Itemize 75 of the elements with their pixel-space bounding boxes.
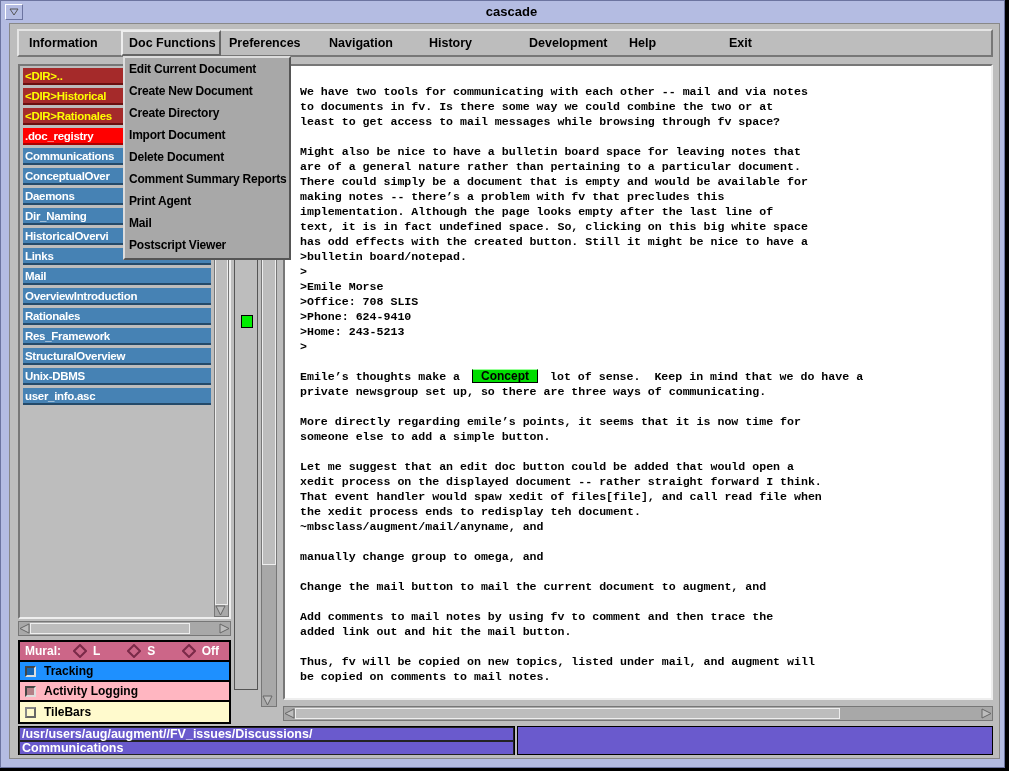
horizontal-scrollbar[interactable] [283,706,993,721]
scroll-right-icon[interactable] [219,623,230,634]
toggle-label[interactable]: Tracking [44,662,94,680]
menu-item[interactable]: Information [21,29,121,57]
radio-icon[interactable] [73,644,87,658]
menu-item[interactable]: Navigation [321,29,421,57]
concept-link-button[interactable]: Concept [472,369,539,383]
radio-icon[interactable] [181,644,196,658]
document-text: Emile’s thoughts make a [300,370,461,383]
window-title: cascade [484,3,539,22]
document-text: > [300,264,308,279]
document-text: are of a general nature rather than pertaining to a particular document. [300,159,802,174]
menu-item[interactable]: History [421,29,521,57]
radio-option[interactable]: L [73,642,116,660]
menu-item[interactable]: Preferences [221,29,321,57]
radio-option[interactable]: S [127,642,170,660]
document-text: ~mbsclass/augment/mail/anyname, and [300,519,545,534]
scroll-down-icon[interactable] [262,695,273,706]
triangle-icon [9,8,19,16]
radio-option[interactable]: Off [181,642,224,660]
file-item[interactable]: Mail [23,268,211,285]
document-text: text, it is in fact undefined space. So, clicking on this big white space [300,219,809,234]
document-text: to documents in fv. Is there some way we could combine the two or at [300,99,775,114]
file-item[interactable]: Rationales [23,308,211,325]
document-text: >Office: 708 SLIS [300,294,420,309]
checkbox[interactable] [25,685,36,697]
document-text: the xedit process ends to redisplay teh document. [300,504,642,519]
horizontal-scrollbar[interactable] [18,621,231,636]
scroll-left-icon[interactable] [284,708,295,719]
document-text: >Phone: 624-9410 [300,309,413,324]
document-text: Thus, fv will be copied on new topics, listed under mail, and augment will [300,654,816,669]
checkbox[interactable] [25,706,36,718]
document-text: added link out and hit the mail button. [300,624,573,639]
position-marker [241,315,253,328]
document-text: More directly regarding emile’s points, it seems that it is now time for [300,414,802,429]
file-item[interactable]: Unix-DBMS [23,368,211,385]
document-text: >Home: 243-5213 [300,324,406,339]
radio-icon[interactable] [127,644,142,658]
window-menu-button[interactable] [5,4,23,20]
toggle-label[interactable]: Activity Logging [44,682,138,700]
menu-item[interactable]: Doc Functions [121,29,221,57]
document-text: making notes -- there’s a problem with fv that precludes this [300,189,726,204]
file-item[interactable]: user_info.asc [23,388,211,405]
document-text: lot of sense. Keep in mind that we do have a [550,370,864,383]
document-text: implementation. Although the page looks empty after the last line of [300,204,775,219]
document-text: >Emile Morse [300,279,385,294]
toggle-label[interactable]: TileBars [44,703,92,721]
file-item[interactable]: OverviewIntroduction [23,288,211,305]
menu-item[interactable]: Development [521,29,621,57]
document-text: Add comments to mail notes by using fv to comment and then trace the [300,609,775,624]
file-item[interactable]: StructuralOverview [23,348,211,365]
menu-item[interactable]: Exit [721,29,821,57]
mural-label: Mural: [25,643,61,660]
document-text: We have two tools for communicating with each other -- mail and via notes [300,84,809,99]
document-text: Change the mail button to mail the current document to augment, and [300,579,768,594]
checkbox[interactable] [25,665,36,677]
menu-item[interactable]: Help [621,29,721,57]
document-text: There could simply be a document that is empty and would be available for [300,174,809,189]
document-text: manually change group to omega, and [300,549,545,564]
document-text: > [300,339,308,354]
document-text: xedit process on the displayed document -- rather straight forward I think. [300,474,823,489]
document-text: >bulletin board/notepad. [300,249,468,264]
document-text: That event handler would spaw xedit of files[file], and call read file when [300,489,823,504]
document-text: has odd effects with the created button. Still it might be nice to have a [300,234,809,249]
document-text: least to get access to mail messages while browsing through fv space? [300,114,782,129]
document-text: someone else to add a simple button. [300,429,552,444]
scroll-right-icon[interactable] [981,708,992,719]
document-text: private newsgroup set up, so there are three ways of communicating. [300,384,768,399]
document-text: be copied on comments to mail notes. [300,669,552,684]
file-item[interactable]: Res_Framework [23,328,211,345]
document-text: Might also be nice to have a bulletin board space for leaving notes that [300,144,802,159]
path-field: /usr/users/aug/augment//FV_issues/Discussions/ [19,727,514,741]
document-text: Let me suggest that an edit doc button could be added that would open a [300,459,795,474]
scroll-left-icon[interactable] [19,623,30,634]
document-name-field: Communications [19,741,514,755]
